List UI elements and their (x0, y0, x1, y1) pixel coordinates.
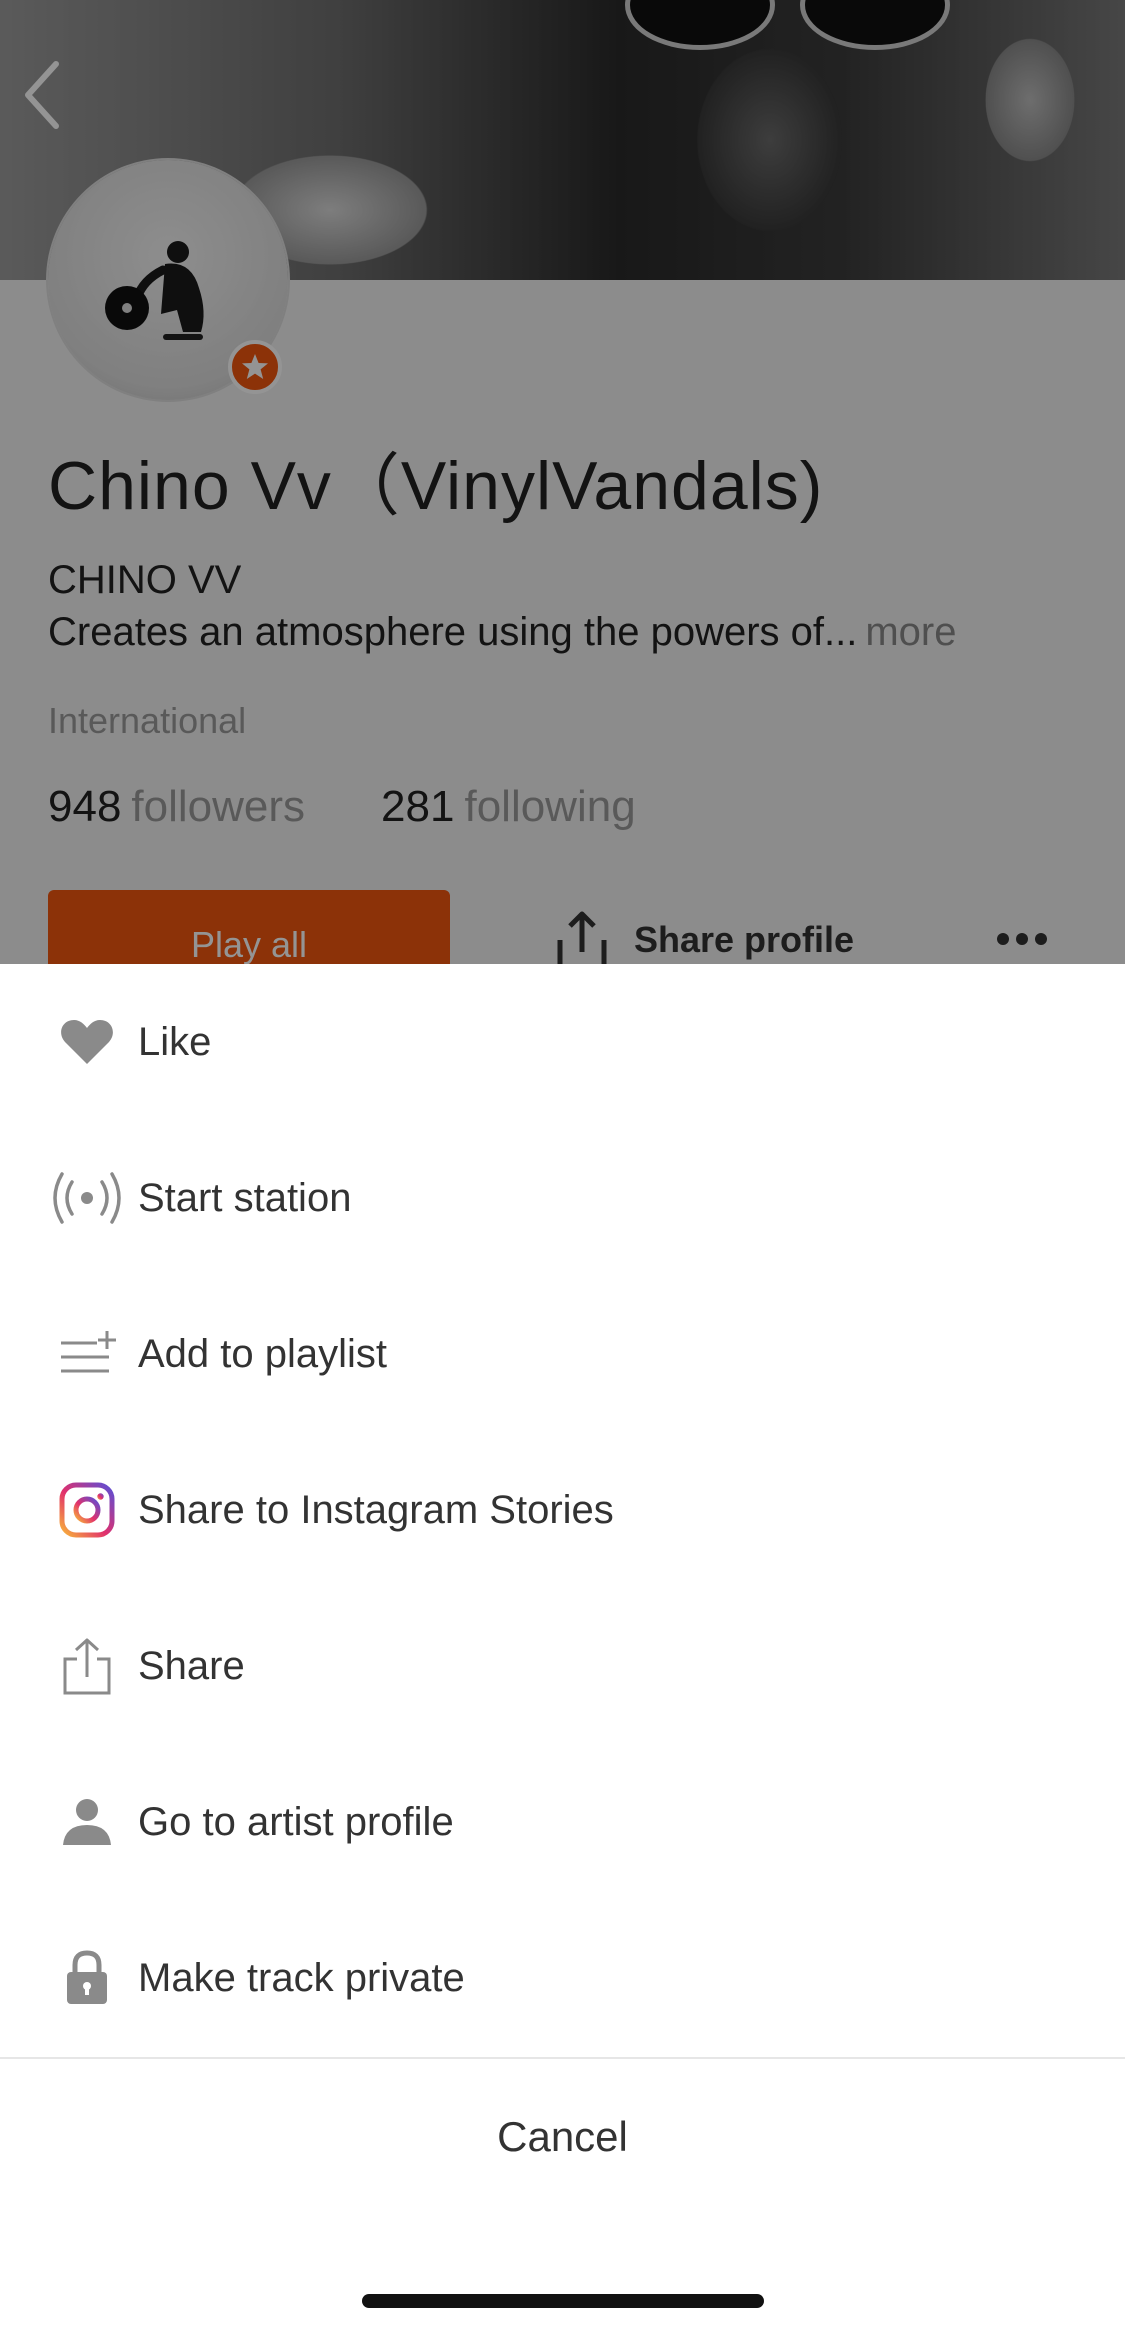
menu-item-label: Make track private (138, 1955, 465, 2000)
menu-item-make-private[interactable]: Make track private (0, 1900, 1125, 2056)
menu-item-label: Share to Instagram Stories (138, 1487, 614, 1532)
menu-item-label: Share (138, 1643, 245, 1688)
heart-icon (50, 1005, 124, 1079)
menu-item-share-instagram[interactable]: Share to Instagram Stories (0, 1432, 1125, 1588)
menu-item-label: Start station (138, 1175, 352, 1220)
menu-item-label: Go to artist profile (138, 1799, 454, 1844)
cancel-button[interactable]: Cancel (0, 2059, 1125, 2215)
add-to-playlist-icon (50, 1317, 124, 1391)
action-sheet: Like Start station Add to playlist Share… (0, 964, 1125, 2332)
share-icon (50, 1629, 124, 1703)
radio-station-icon (50, 1161, 124, 1235)
menu-item-label: Like (138, 1019, 212, 1064)
menu-item-share[interactable]: Share (0, 1588, 1125, 1744)
menu-item-start-station[interactable]: Start station (0, 1120, 1125, 1276)
artist-profile-background: Chino Vv（VinylVandals) CHINO VV Creates … (0, 0, 1125, 964)
menu-item-add-to-playlist[interactable]: Add to playlist (0, 1276, 1125, 1432)
lock-icon (50, 1941, 124, 2015)
instagram-icon (50, 1473, 124, 1547)
modal-dim-overlay[interactable] (0, 0, 1125, 964)
menu-item-like[interactable]: Like (0, 964, 1125, 1120)
menu-item-go-to-artist[interactable]: Go to artist profile (0, 1744, 1125, 1900)
home-indicator[interactable] (362, 2294, 764, 2308)
person-icon (50, 1785, 124, 1859)
menu-item-label: Add to playlist (138, 1331, 388, 1376)
